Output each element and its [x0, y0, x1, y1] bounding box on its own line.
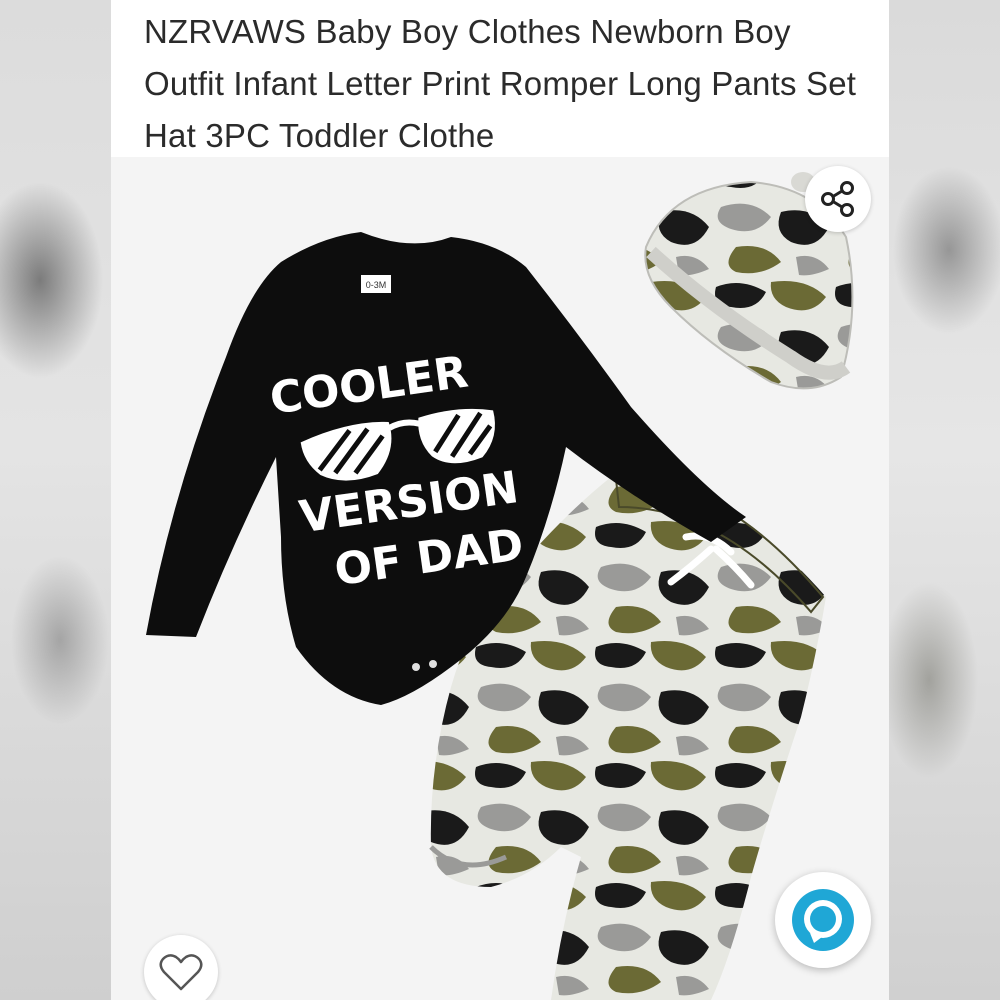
alexa-button[interactable] — [775, 872, 871, 968]
wishlist-button[interactable] — [144, 935, 218, 1000]
share-icon — [821, 181, 854, 217]
product-image[interactable]: 0-3M COOLER VERSION OF DAD — [111, 157, 889, 1000]
product-illustration: 0-3M COOLER VERSION OF DAD — [146, 172, 854, 1000]
alexa-icon — [792, 889, 854, 951]
heart-icon — [159, 954, 203, 991]
romper-size-tag: 0-3M — [366, 280, 387, 290]
product-panel: NZRVAWS Baby Boy Clothes Newborn Boy Out… — [111, 0, 889, 1000]
share-button[interactable] — [805, 166, 871, 232]
product-title: NZRVAWS Baby Boy Clothes Newborn Boy Out… — [144, 13, 857, 154]
background-blur-right — [889, 0, 1000, 1000]
background-blur-left — [0, 0, 111, 1000]
